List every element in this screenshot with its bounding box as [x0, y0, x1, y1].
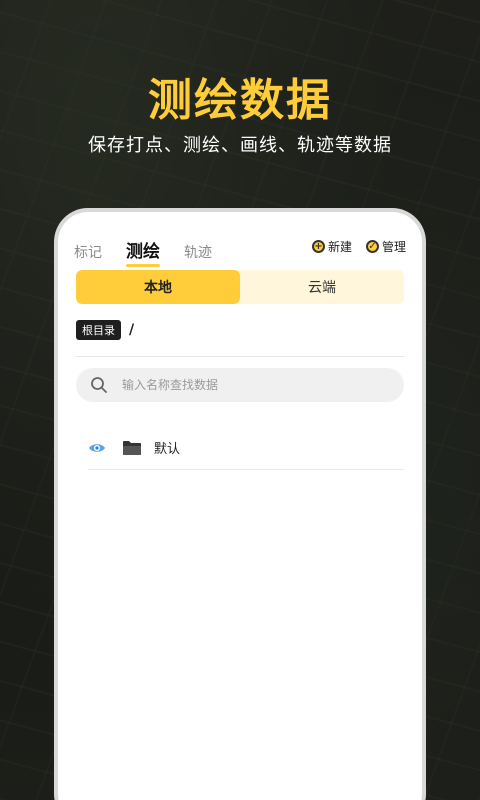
- check-circle-icon: ✓: [365, 240, 379, 253]
- app-screen: 标记 测绘 轨迹 + 新建 ✓ 管理 本地 云端 根目录 / 输入名称查找数据 …: [58, 212, 422, 800]
- header-actions: + 新建 ✓ 管理: [311, 238, 406, 255]
- new-button-label: 新建: [327, 240, 352, 254]
- segment-local[interactable]: 本地: [76, 270, 240, 304]
- list-item-label: 默认: [154, 442, 181, 457]
- list-item[interactable]: 默认: [88, 426, 404, 470]
- segment-cloud[interactable]: 云端: [240, 270, 404, 304]
- search-bar: [76, 368, 404, 402]
- breadcrumb-root[interactable]: 根目录: [76, 320, 121, 340]
- eye-icon[interactable]: [88, 439, 106, 457]
- manage-button-label: 管理: [381, 240, 406, 254]
- phone-frame: 标记 测绘 轨迹 + 新建 ✓ 管理 本地 云端 根目录 / 输入名称查找数据 …: [54, 208, 426, 800]
- plus-circle-icon: +: [311, 240, 325, 253]
- storage-segment-control: 本地 云端: [76, 270, 404, 304]
- tab-markers[interactable]: 标记: [74, 242, 102, 262]
- promo-headline: 测绘数据: [148, 75, 332, 126]
- search-icon: [90, 376, 108, 394]
- new-button[interactable]: + 新建: [311, 238, 352, 255]
- tab-tracks[interactable]: 轨迹: [184, 242, 212, 262]
- search-input[interactable]: [122, 378, 342, 392]
- breadcrumb-separator: /: [129, 322, 135, 338]
- breadcrumb: 根目录 /: [76, 320, 134, 340]
- folder-icon: [122, 439, 142, 457]
- promo-subline: 保存打点、测绘、画线、轨迹等数据: [88, 135, 392, 156]
- manage-button[interactable]: ✓ 管理: [365, 238, 406, 255]
- tab-survey[interactable]: 测绘: [126, 237, 160, 267]
- divider: [76, 356, 404, 357]
